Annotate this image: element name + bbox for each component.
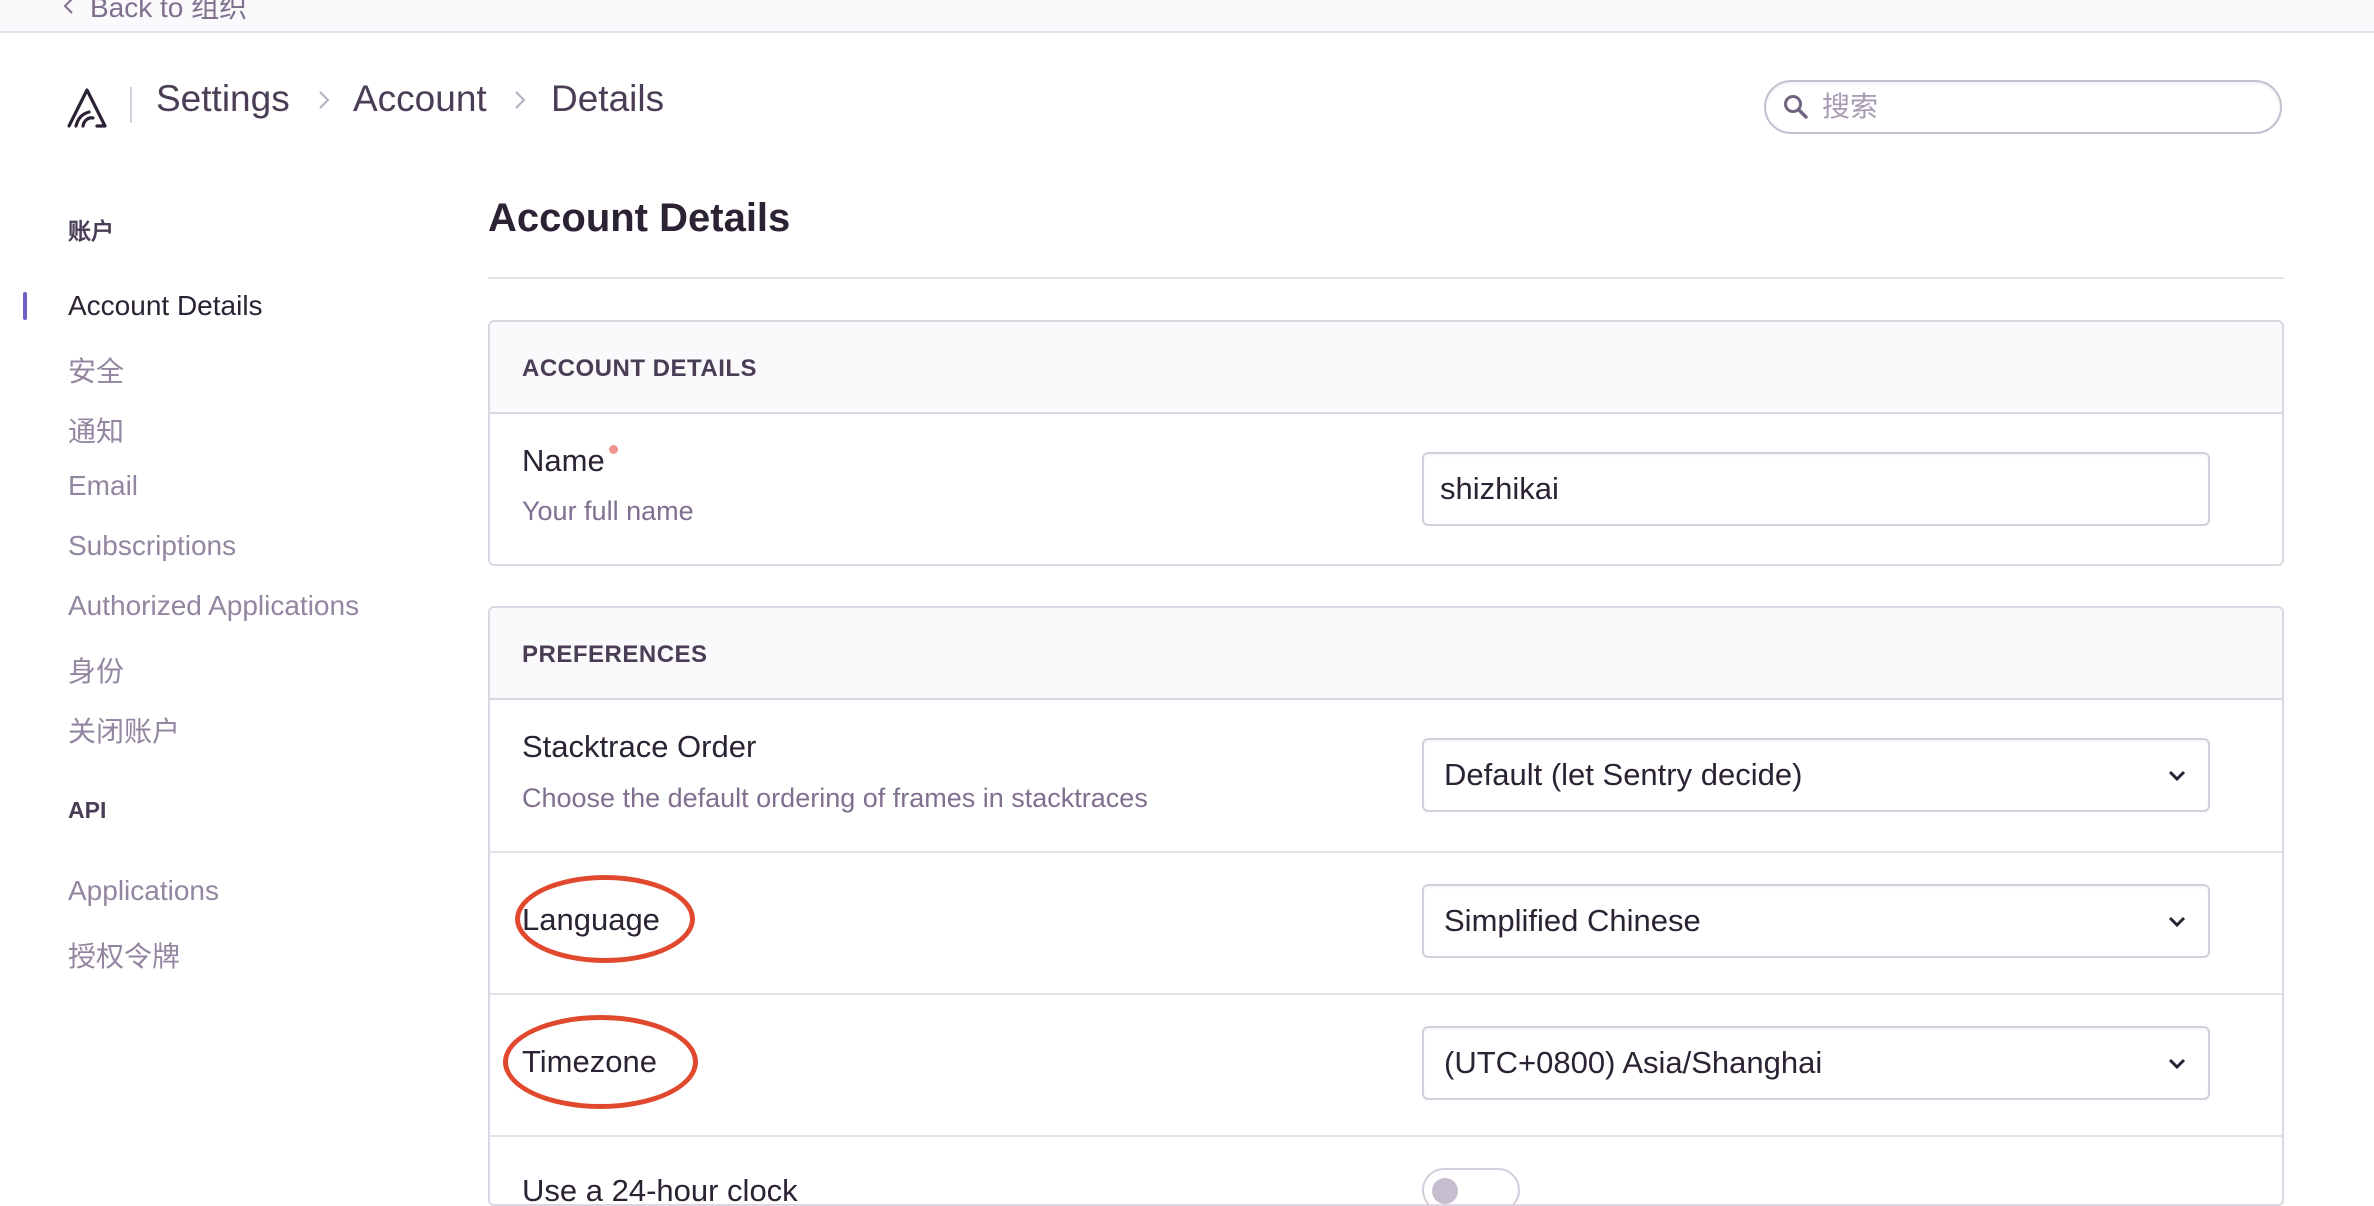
sidebar-item-notifications[interactable]: 通知 — [68, 410, 124, 450]
row-divider — [490, 1135, 2282, 1137]
chevron-down-icon — [2168, 770, 2186, 782]
name-label: Name — [522, 443, 618, 479]
chevron-right-icon — [515, 91, 526, 109]
chevron-right-icon — [319, 91, 330, 109]
chevron-left-icon — [63, 0, 73, 14]
panel-header: ACCOUNT DETAILS — [490, 322, 2282, 414]
breadcrumb-settings[interactable]: Settings — [156, 78, 290, 120]
sidebar-item-account-details[interactable]: Account Details — [68, 290, 263, 322]
preferences-header: PREFERENCES — [522, 641, 708, 668]
sentry-logo-icon[interactable] — [66, 84, 108, 130]
toggle-knob — [1432, 1178, 1458, 1204]
search-box[interactable] — [1764, 80, 2282, 134]
row-divider — [490, 851, 2282, 853]
sidebar-item-applications[interactable]: Applications — [68, 875, 219, 907]
sidebar-section-account: 账户 — [68, 218, 114, 244]
language-value: Simplified Chinese — [1444, 903, 1701, 938]
sidebar-item-security[interactable]: 安全 — [68, 350, 124, 390]
header-divider — [130, 87, 132, 123]
annotation-circle-timezone — [503, 1015, 698, 1109]
annotation-circle-language — [515, 875, 695, 963]
name-field[interactable] — [1424, 454, 2208, 524]
back-to-org-link[interactable]: Back to 组织 — [60, 0, 247, 26]
chevron-down-icon — [2168, 1058, 2186, 1070]
search-input[interactable] — [1820, 90, 2244, 124]
breadcrumb-account[interactable]: Account — [353, 78, 487, 120]
stacktrace-order-help-text: Choose the default ordering of frames in… — [522, 783, 1148, 813]
stacktrace-order-select[interactable]: Default (let Sentry decide) — [1422, 738, 2210, 812]
stacktrace-order-value: Default (let Sentry decide) — [1444, 757, 1803, 792]
required-indicator — [608, 445, 618, 454]
preferences-panel: PREFERENCES Stacktrace Order Choose the … — [488, 606, 2284, 1206]
panel-header: PREFERENCES — [490, 608, 2282, 700]
sidebar-item-subscriptions[interactable]: Subscriptions — [68, 530, 236, 562]
name-field-wrapper — [1422, 452, 2210, 526]
sidebar-item-auth-tokens[interactable]: 授权令牌 — [68, 935, 180, 975]
chevron-down-icon — [2168, 916, 2186, 928]
top-bar — [0, 0, 2374, 33]
sidebar-item-email[interactable]: Email — [68, 470, 138, 502]
timezone-value: (UTC+0800) Asia/Shanghai — [1444, 1045, 1823, 1080]
back-link-label: Back to 组织 — [90, 0, 248, 23]
clock-24h-toggle[interactable] — [1422, 1168, 1520, 1204]
sidebar-item-authorized-applications[interactable]: Authorized Applications — [68, 590, 359, 622]
active-nav-indicator — [23, 292, 27, 320]
account-details-panel: ACCOUNT DETAILS Name Your full name — [488, 320, 2284, 566]
stacktrace-order-label: Stacktrace Order — [522, 729, 757, 764]
row-divider — [490, 993, 2282, 995]
language-select[interactable]: Simplified Chinese — [1422, 884, 2210, 958]
page-title: Account Details — [488, 196, 791, 240]
name-label-text: Name — [522, 443, 605, 478]
search-icon — [1784, 95, 1808, 119]
title-divider — [488, 277, 2284, 279]
sidebar-item-identities[interactable]: 身份 — [68, 650, 124, 690]
name-help-text: Your full name — [522, 496, 694, 526]
sidebar-section-api: API — [68, 797, 107, 823]
sidebar-item-close-account[interactable]: 关闭账户 — [68, 710, 180, 750]
breadcrumb-details: Details — [551, 78, 665, 119]
timezone-select[interactable]: (UTC+0800) Asia/Shanghai — [1422, 1026, 2210, 1100]
account-details-header: ACCOUNT DETAILS — [522, 355, 758, 382]
clock-24h-label: Use a 24-hour clock — [522, 1173, 798, 1206]
